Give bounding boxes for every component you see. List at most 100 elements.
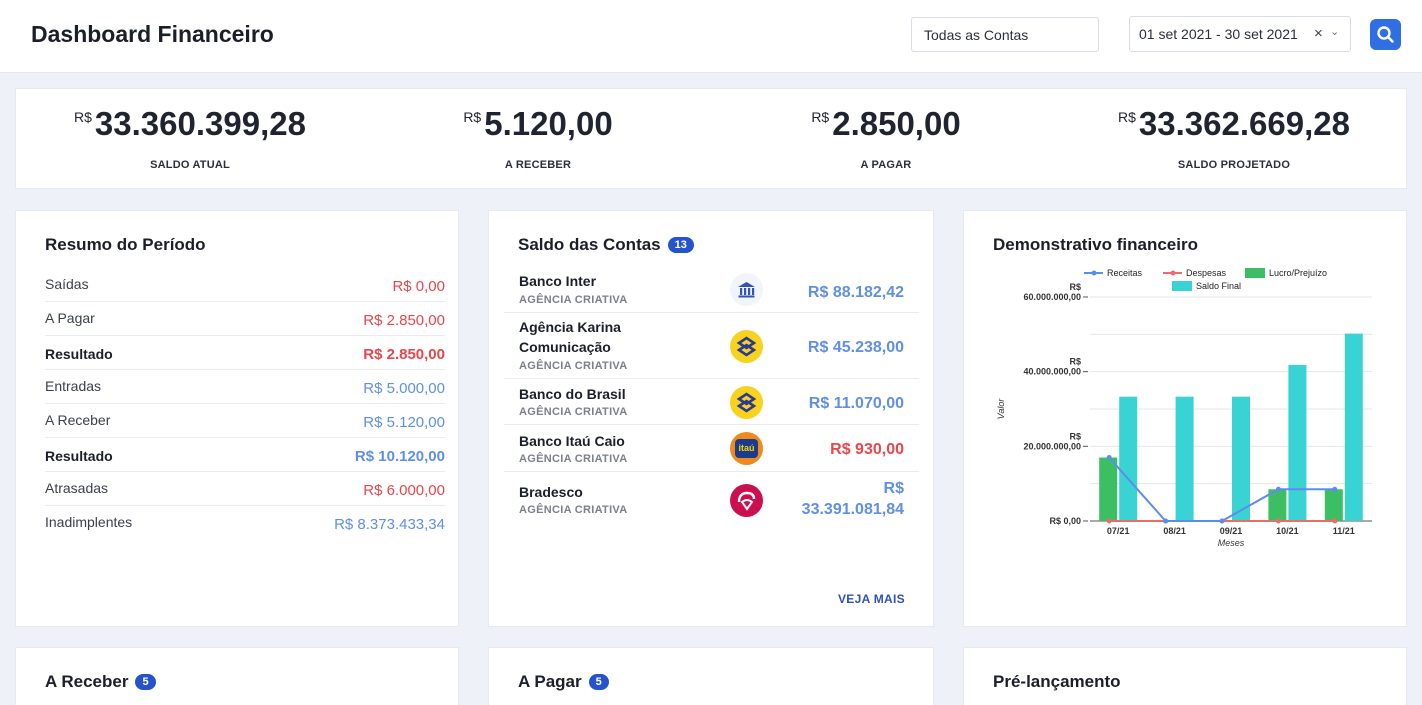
chart-x-axis-label: Meses <box>1218 538 1245 548</box>
chart-legend-label: Lucro/Prejuízo <box>1269 268 1327 278</box>
a-pagar-title-text: A Pagar <box>518 672 582 691</box>
a-receber-title-text: A Receber <box>45 672 129 691</box>
chart-bar-saldo-final <box>1119 396 1138 521</box>
resumo-row-label: Saídas <box>45 276 89 292</box>
resumo-row: Saídas R$ 0,00 <box>45 268 445 302</box>
count-badge: 5 <box>588 674 609 690</box>
a-pagar-title: A Pagar 5 <box>518 672 609 692</box>
resumo-row: A Pagar R$ 2.850,00 <box>45 302 445 336</box>
pre-lancamento-card: Pré-lançamento <box>963 647 1407 705</box>
kpi-value: 33.360.399,28 <box>94 105 306 142</box>
chart-bar-lucro <box>1324 489 1343 521</box>
pre-lancamento-title: Pré-lançamento <box>993 672 1121 691</box>
chart-point-receitas <box>1106 455 1112 461</box>
chart-y-tick-label: 20.000.000,00 <box>1023 441 1081 451</box>
resumo-row-label: A Receber <box>45 412 111 428</box>
saldo-contas-card: Saldo das Contas 13 Banco Inter AGÊNCIA C… <box>488 210 934 627</box>
clear-date-icon[interactable]: × <box>1314 25 1323 42</box>
resumo-row-resultado: Resultado R$ 2.850,00 <box>45 336 445 370</box>
kpi-strip: R$33.360.399,28 SALDO ATUAL R$5.120,00 A… <box>15 88 1407 189</box>
resumo-row-value: R$ 10.120,00 <box>354 448 445 465</box>
chart-y-tick-label: R$ 0,00 <box>1049 516 1081 526</box>
a-receber-card: A Receber 5 <box>15 647 459 705</box>
page-title: Dashboard Financeiro <box>31 21 274 47</box>
resumo-card: Resumo do Período Saídas R$ 0,00 A Pagar… <box>15 210 459 627</box>
account-agency: AGÊNCIA CRIATIVA <box>519 504 628 516</box>
account-filter-select[interactable]: Todas as Contas <box>911 17 1099 52</box>
resumo-row-label: Atrasadas <box>45 480 109 496</box>
date-range-value: 01 set 2021 - 30 set 2021 <box>1139 26 1298 42</box>
chart-bar-saldo-final <box>1175 396 1194 521</box>
resumo-row: Entradas R$ 5.000,00 <box>45 370 445 404</box>
chart-bar-saldo-final <box>1232 396 1250 521</box>
search-icon <box>1377 26 1394 43</box>
resumo-row-label: Resultado <box>45 346 113 362</box>
account-agency: AGÊNCIA CRIATIVA <box>519 360 628 372</box>
kpi-currency: R$ <box>74 109 92 125</box>
account-row[interactable]: Banco Inter AGÊNCIA CRIATIVA R$ 88.182,4… <box>504 263 919 313</box>
resumo-row-label: Inadimplentes <box>45 514 133 530</box>
chart-y-tick-label: R$ <box>1069 431 1081 441</box>
itau-icon: itaú <box>730 432 763 465</box>
bradesco-icon <box>730 484 763 517</box>
chart-y-tick-label: R$ <box>1069 282 1081 292</box>
resumo-row-value: R$ 5.120,00 <box>363 414 445 431</box>
chart-bar-saldo-final <box>1288 364 1307 521</box>
chart-x-tick-label: 11/21 <box>1333 526 1355 536</box>
chart-legend-label: Despesas <box>1186 268 1227 278</box>
a-pagar-card: A Pagar 5 <box>488 647 934 705</box>
chart-bar-lucro <box>1099 457 1118 521</box>
resumo-row-value: R$ 6.000,00 <box>363 482 445 499</box>
account-balance: R$ 88.182,42 <box>807 284 904 301</box>
bank-building-icon <box>730 273 763 306</box>
resumo-row-label: Entradas <box>45 378 102 394</box>
resumo-row-resultado: Resultado R$ 10.120,00 <box>45 438 445 472</box>
resumo-row: Atrasadas R$ 6.000,00 <box>45 472 445 506</box>
chart-bar-saldo-final <box>1344 333 1363 521</box>
chart-y-tick-label: 60.000.000,00 <box>1023 292 1081 302</box>
resumo-row-value: R$ 0,00 <box>392 278 445 295</box>
account-name: Banco Inter <box>519 273 597 289</box>
kpi-value: 5.120,00 <box>484 105 613 142</box>
chart-point-despesas <box>1275 518 1281 524</box>
date-range-picker[interactable]: 01 set 2021 - 30 set 2021 × ⌄ <box>1129 16 1351 52</box>
account-row[interactable]: Banco Itaú Caio AGÊNCIA CRIATIVA itaú R$… <box>504 425 919 472</box>
resumo-row-label: A Pagar <box>45 310 95 326</box>
account-agency: AGÊNCIA CRIATIVA <box>519 294 628 306</box>
account-balance: R$ 45.238,00 <box>807 339 904 356</box>
chart-point-despesas <box>1106 518 1112 524</box>
account-balance-line1: R$ <box>883 480 904 497</box>
chart-y-axis-label: Valor <box>996 398 1006 420</box>
chart-y-tick-label: R$ <box>1069 357 1081 367</box>
kpi-currency: R$ <box>811 109 830 125</box>
account-row[interactable]: Bradesco AGÊNCIA CRIATIVA R$ 33.391.081,… <box>504 472 919 532</box>
top-bar: Dashboard Financeiro Todas as Contas 01 … <box>0 0 1422 73</box>
resumo-row-value: R$ 5.000,00 <box>363 380 445 397</box>
kpi-label: SALDO ATUAL <box>150 159 230 171</box>
chart-y-tick-label: 40.000.000,00 <box>1023 367 1081 377</box>
account-agency: AGÊNCIA CRIATIVA <box>519 406 628 418</box>
account-balance: R$ 33.391.081,84 <box>802 478 904 520</box>
kpi-label: A RECEBER <box>504 159 572 171</box>
chart-x-tick-label: 09/21 <box>1220 526 1243 536</box>
chart-legend-swatch <box>1245 268 1265 278</box>
banco-do-brasil-icon <box>730 386 763 419</box>
kpi-label: SALDO PROJETADO <box>1177 159 1291 171</box>
chart-legend-swatch <box>1172 281 1192 291</box>
resumo-row: A Receber R$ 5.120,00 <box>45 404 445 438</box>
account-row[interactable]: Banco do Brasil AGÊNCIA CRIATIVA R$ 11.0… <box>504 379 919 425</box>
chevron-down-icon[interactable]: ⌄ <box>1330 25 1339 38</box>
search-button[interactable] <box>1370 19 1401 50</box>
account-row[interactable]: Agência Karina Comunicação AGÊNCIA CRIAT… <box>504 313 919 379</box>
chart-x-tick-label: 10/21 <box>1276 526 1299 536</box>
chart-point-receitas <box>1163 518 1169 524</box>
account-name: Banco Itaú Caio <box>519 433 625 449</box>
resumo-row-value: R$ 8.373.433,34 <box>334 516 445 533</box>
veja-mais-link[interactable]: VEJA MAIS <box>838 592 905 606</box>
chart-x-tick-label: 08/21 <box>1163 526 1186 536</box>
demonstrativo-card: Demonstrativo financeiro R$ 60.000.000,00… <box>963 210 1407 627</box>
resumo-row-label: Resultado <box>45 448 113 464</box>
kpi-label: A PAGAR <box>860 159 912 171</box>
account-balance: R$ 930,00 <box>830 441 904 458</box>
a-receber-title: A Receber 5 <box>45 672 156 692</box>
